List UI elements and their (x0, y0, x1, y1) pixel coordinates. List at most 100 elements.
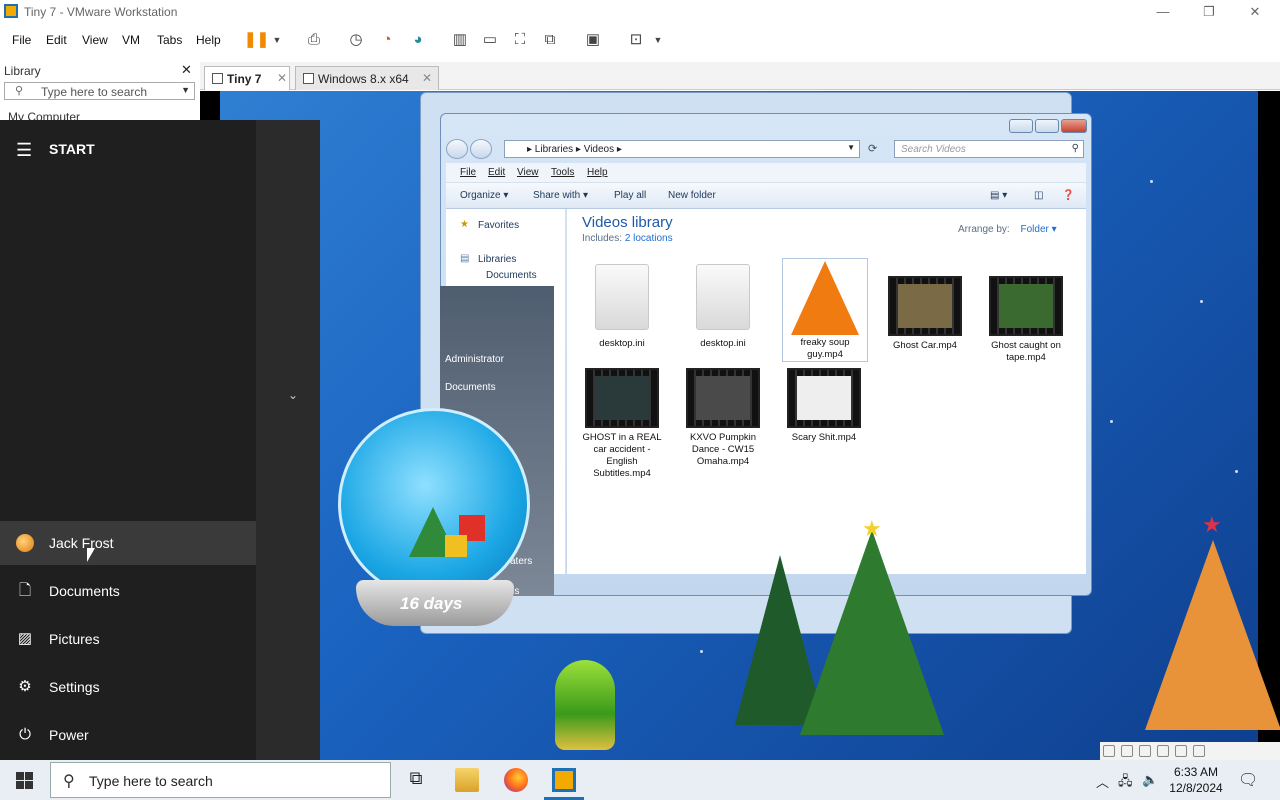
help-icon[interactable]: ❓ (1062, 190, 1074, 201)
revert-snapshot-icon[interactable]: ◔ (376, 30, 398, 50)
menu-help[interactable]: Help (196, 33, 221, 47)
locations-link[interactable]: 2 locations (625, 233, 673, 244)
nav-libraries[interactable]: Libraries (478, 254, 516, 265)
volume-icon[interactable]: 🔈 (1142, 772, 1158, 788)
library-search-input[interactable]: ⚲ Type here to search ▼ (4, 82, 195, 100)
vmware-icon[interactable] (552, 768, 576, 792)
minimize-button[interactable]: — (1140, 2, 1186, 22)
file-item[interactable]: GHOST in a REAL car accident - English S… (579, 368, 665, 480)
preview-pane-icon[interactable]: ◫ (1034, 190, 1043, 201)
explorer-search-input[interactable]: Search Videos ⚲ (894, 140, 1084, 158)
usb-icon[interactable] (1157, 745, 1169, 757)
mouse-cursor-icon (87, 548, 95, 562)
thumbnail-bar-icon[interactable]: ▭ (479, 30, 501, 50)
window-titlebar: Tiny 7 - VMware Workstation — ❐ ✕ (0, 0, 1280, 24)
clock-date: 12/8/2024 (1169, 781, 1223, 795)
console-view-icon[interactable]: ▣ (582, 30, 604, 50)
chevron-down-icon[interactable]: ▼ (847, 143, 855, 152)
start-item-documents[interactable]: 🗋 Documents (0, 569, 256, 613)
cd-icon[interactable] (1121, 745, 1133, 757)
refresh-icon[interactable]: ⟳ (868, 142, 877, 155)
arrange-dropdown[interactable]: Folder ▾ (1020, 224, 1056, 235)
notifications-icon[interactable]: 🗨 (1238, 770, 1258, 790)
chevron-down-icon[interactable]: ▼ (266, 30, 288, 50)
play-all-button[interactable]: Play all (614, 190, 646, 201)
sidebar-toggle-icon[interactable]: ▥ (449, 30, 471, 50)
tab-close-icon[interactable]: ✕ (277, 71, 287, 85)
file-item[interactable]: desktop.ini (579, 264, 665, 350)
stretch-guest-icon[interactable]: ⊡ (625, 30, 647, 50)
file-item[interactable]: KXVO Pumpkin Dance - CW15 Omaha.mp4 (680, 368, 766, 468)
library-panel: Library ✕ ⚲ Type here to search ▼ My Com… (0, 58, 200, 128)
guest-start-item[interactable]: Documents (445, 382, 496, 393)
new-folder-button[interactable]: New folder (668, 190, 716, 201)
explorer-search-placeholder: Search Videos (901, 144, 966, 155)
forward-button[interactable] (470, 139, 492, 159)
close-button[interactable] (1061, 119, 1087, 133)
tab-close-icon[interactable]: ✕ (422, 71, 432, 85)
sound-icon[interactable] (1175, 745, 1187, 757)
address-bar[interactable]: ▸ Libraries ▸ Videos ▸ ▼ (504, 140, 860, 158)
file-item[interactable]: Ghost caught on tape.mp4 (983, 276, 1069, 364)
chevron-down-icon[interactable]: ▼ (647, 30, 669, 50)
start-tiles-area (256, 120, 320, 760)
star-icon: ★ (1202, 512, 1222, 537)
pause-icon[interactable]: ❚❚ (244, 30, 269, 50)
file-explorer-icon[interactable] (455, 768, 479, 792)
close-button[interactable]: ✕ (1232, 2, 1278, 22)
tab-tiny-7[interactable]: Tiny 7 ✕ (204, 66, 290, 90)
snapshot-icon[interactable]: ◷ (345, 30, 367, 50)
start-item-settings[interactable]: ⚙ Settings (0, 665, 256, 709)
network-icon[interactable] (1139, 745, 1151, 757)
unity-icon[interactable]: ⧉ (539, 30, 561, 50)
taskbar-search-input[interactable]: ⚲ Type here to search (50, 762, 391, 798)
guest-start-item[interactable]: Administrator (445, 354, 504, 365)
nav-documents[interactable]: Documents (486, 270, 537, 281)
display-icon[interactable] (1193, 745, 1205, 757)
menu-vm[interactable]: VM (122, 33, 140, 47)
start-item-pictures[interactable]: ▨ Pictures (0, 617, 256, 661)
hamburger-menu-icon[interactable]: ☰ (16, 140, 32, 161)
file-item-selected[interactable]: freaky soup guy.mp4 (782, 258, 868, 362)
hdd-icon[interactable] (1103, 745, 1115, 757)
maximize-button[interactable] (1035, 119, 1059, 133)
back-button[interactable] (446, 139, 468, 159)
chevron-down-icon[interactable]: ⌄ (288, 388, 298, 402)
explorer-menu-tools[interactable]: Tools (551, 167, 574, 178)
clock-time: 6:33 AM (1173, 765, 1219, 779)
tab-windows-8[interactable]: Windows 8.x x64 ✕ (295, 66, 439, 90)
taskbar-clock[interactable]: 6:33 AM 12/8/2024 (1166, 764, 1226, 796)
chevron-down-icon[interactable]: ▼ (181, 85, 190, 95)
explorer-menu-view[interactable]: View (517, 167, 539, 178)
network-icon[interactable]: 🖧 (1118, 772, 1133, 794)
full-screen-icon[interactable]: ⛶ (509, 30, 531, 50)
explorer-menu-help[interactable]: Help (587, 167, 608, 178)
snapshot-manager-icon[interactable]: ◕ (407, 30, 429, 50)
minimize-button[interactable] (1009, 119, 1033, 133)
menu-tabs[interactable]: Tabs (157, 33, 182, 47)
share-with-button[interactable]: Share with ▾ (533, 190, 588, 201)
send-ctrl-alt-del-icon[interactable]: ⎙ (303, 30, 325, 50)
explorer-menu-edit[interactable]: Edit (488, 167, 505, 178)
restore-button[interactable]: ❐ (1186, 2, 1232, 22)
windows-start-button[interactable] (0, 760, 48, 800)
task-view-icon[interactable]: ⧉ (404, 768, 428, 792)
firefox-icon[interactable] (504, 768, 528, 792)
address-path: ▸ Libraries ▸ Videos ▸ (527, 144, 622, 155)
change-view-icon[interactable]: ▤ ▾ (990, 190, 1007, 201)
explorer-menu-file[interactable]: File (460, 167, 476, 178)
library-close-icon[interactable]: ✕ (181, 62, 192, 78)
windows-logo-pane (16, 781, 24, 789)
menu-view[interactable]: View (82, 33, 108, 47)
menu-edit[interactable]: Edit (46, 33, 67, 47)
file-item[interactable]: desktop.ini (680, 264, 766, 350)
menu-file[interactable]: File (12, 33, 31, 47)
start-user-account[interactable]: Jack Frost (0, 521, 256, 565)
file-item[interactable]: Ghost Car.mp4 (882, 276, 968, 352)
snow-globe-gadget[interactable] (338, 408, 530, 600)
file-item[interactable]: Scary Shit.mp4 (781, 368, 867, 444)
organize-button[interactable]: Organize ▾ (460, 190, 508, 201)
nav-favorites[interactable]: Favorites (478, 220, 519, 231)
show-hidden-icons-icon[interactable]: ︿ (1096, 772, 1109, 791)
start-item-power[interactable]: ⏻ Power (0, 713, 256, 757)
